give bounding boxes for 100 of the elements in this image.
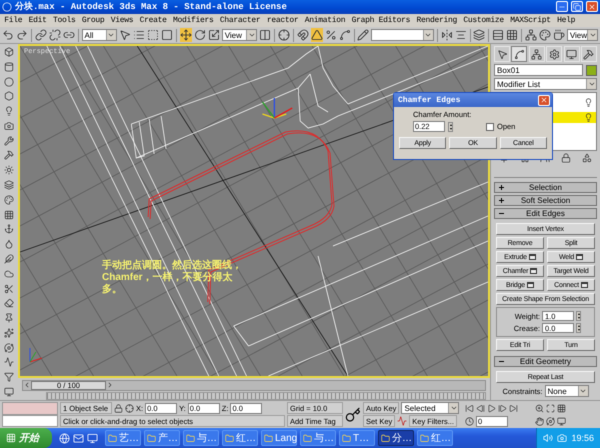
folder-icon[interactable]	[108, 434, 117, 443]
feather-icon[interactable]	[4, 254, 14, 264]
settings-window-icon[interactable]	[580, 282, 588, 288]
folder-icon[interactable]	[147, 434, 156, 443]
unlink-icon[interactable]	[48, 29, 61, 42]
mirror-icon[interactable]	[440, 29, 453, 42]
folder-icon[interactable]	[264, 434, 273, 443]
folder-icon[interactable]	[303, 434, 312, 443]
orbit-icon[interactable]	[4, 342, 14, 353]
taskbar-item[interactable]: 红…	[222, 430, 258, 446]
key-icon[interactable]	[345, 406, 361, 423]
play-icon[interactable]	[487, 404, 496, 413]
scale-icon[interactable]	[208, 29, 220, 42]
object-color-swatch[interactable]	[586, 64, 597, 76]
menu-item[interactable]: Graph Editors	[348, 16, 414, 26]
hierarchy-icon[interactable]	[524, 29, 537, 42]
skip-forward-icon[interactable]	[509, 404, 518, 413]
align-icon[interactable]	[454, 29, 467, 42]
menu-item[interactable]: Views	[108, 16, 136, 26]
droplet-icon[interactable]	[4, 239, 14, 250]
rows-icon[interactable]	[492, 29, 504, 42]
folder-icon[interactable]	[342, 434, 351, 443]
object-name-field[interactable]: Box01	[494, 64, 583, 76]
step-back-icon[interactable]	[476, 404, 485, 413]
dashed-square-icon[interactable]	[146, 29, 159, 42]
coordinate-system-dropdown[interactable]: View	[222, 29, 258, 42]
maxscript-listener-field[interactable]	[2, 402, 58, 415]
track-bar[interactable]	[46, 392, 486, 400]
lightbulb-icon[interactable]	[4, 106, 14, 116]
menu-item[interactable]: Rendering	[413, 16, 460, 26]
menu-item[interactable]: Help	[554, 16, 578, 26]
curve-icon[interactable]	[338, 29, 351, 42]
columns-icon[interactable]	[259, 29, 272, 42]
maximize-icon[interactable]	[546, 404, 555, 413]
rotate-icon[interactable]	[194, 29, 206, 42]
menu-item[interactable]: Animation	[302, 16, 348, 26]
pulse-icon[interactable]	[4, 357, 14, 368]
pencil-icon[interactable]	[357, 29, 370, 42]
redo-icon[interactable]	[16, 29, 28, 42]
lightbulb-icon[interactable]	[584, 98, 593, 108]
lightbulb-icon[interactable]	[584, 113, 593, 122]
settings-window-icon[interactable]	[576, 254, 584, 260]
menu-item[interactable]: Group	[78, 16, 108, 26]
modifier-list-dropdown[interactable]: Modifier List	[494, 78, 597, 90]
filter-icon[interactable]	[4, 372, 14, 382]
grid-icon[interactable]	[506, 29, 518, 42]
camera-icon[interactable]	[4, 120, 14, 131]
menu-item[interactable]: reactor	[264, 16, 302, 26]
pin-icon[interactable]	[4, 313, 14, 324]
rollout-header[interactable]: Edit Edges	[494, 208, 597, 220]
menu-item[interactable]: File	[1, 16, 26, 26]
monitor-icon[interactable]	[557, 416, 566, 426]
monitor-icon[interactable]	[87, 432, 98, 444]
spinner-arrows-icon[interactable]	[576, 311, 581, 322]
menu-item[interactable]: Character	[216, 16, 264, 26]
next-icon[interactable]	[106, 381, 114, 390]
layers-icon[interactable]	[473, 29, 486, 42]
folder-icon[interactable]	[225, 434, 234, 443]
taskbar-item[interactable]: 与…	[183, 430, 219, 446]
menu-item[interactable]: Edit	[25, 16, 50, 26]
rollout-header[interactable]: Soft Selection	[494, 195, 597, 206]
key-mode-dropdown[interactable]: Selected	[401, 402, 460, 414]
folder-icon[interactable]	[420, 434, 429, 443]
menu-item[interactable]: Tools	[50, 16, 79, 26]
taskbar-item[interactable]: T…	[339, 430, 375, 446]
palette-icon[interactable]	[4, 194, 14, 205]
menu-item[interactable]: MAXScript	[507, 16, 554, 26]
shapes-icon[interactable]	[582, 153, 592, 164]
constraints-dropdown[interactable]: None	[544, 385, 589, 398]
cylinder-icon[interactable]	[4, 62, 14, 72]
menu-item[interactable]: Customize	[460, 16, 508, 26]
grid-icon[interactable]	[4, 210, 14, 220]
rollout-header[interactable]: Selection	[494, 182, 597, 194]
grid-icon[interactable]	[557, 404, 566, 413]
undo-icon[interactable]	[2, 29, 14, 42]
mail-icon[interactable]	[73, 432, 84, 444]
selection-filter-dropdown[interactable]: All	[82, 29, 117, 42]
previous-icon[interactable]	[23, 381, 31, 390]
sparkles-icon[interactable]	[4, 328, 14, 338]
link-icon[interactable]	[34, 29, 47, 42]
lock-icon[interactable]	[114, 404, 123, 413]
square-icon[interactable]	[160, 29, 173, 42]
named-selection-dropdown[interactable]	[371, 29, 434, 42]
open-checkbox[interactable]	[486, 122, 494, 130]
taskbar-item[interactable]: 与…	[300, 430, 336, 446]
menu-item[interactable]: Modifiers	[170, 16, 217, 26]
windows-logo-icon[interactable]	[6, 433, 16, 444]
taskbar-item[interactable]: 红…	[417, 430, 453, 446]
rollout-header[interactable]: Edit Geometry	[494, 356, 597, 368]
hand-icon[interactable]	[535, 416, 544, 426]
eraser-icon[interactable]	[4, 298, 14, 308]
cloud-icon[interactable]	[4, 268, 14, 279]
menu-item[interactable]: Create	[136, 16, 170, 26]
box-icon[interactable]	[4, 47, 14, 58]
folder-icon[interactable]	[381, 434, 390, 443]
hammer-icon[interactable]	[4, 150, 14, 160]
folder-icon[interactable]	[186, 434, 195, 443]
taskbar-item[interactable]: 分…	[378, 430, 414, 446]
wrench-icon[interactable]	[4, 136, 14, 146]
step-forward-icon[interactable]	[498, 404, 507, 413]
